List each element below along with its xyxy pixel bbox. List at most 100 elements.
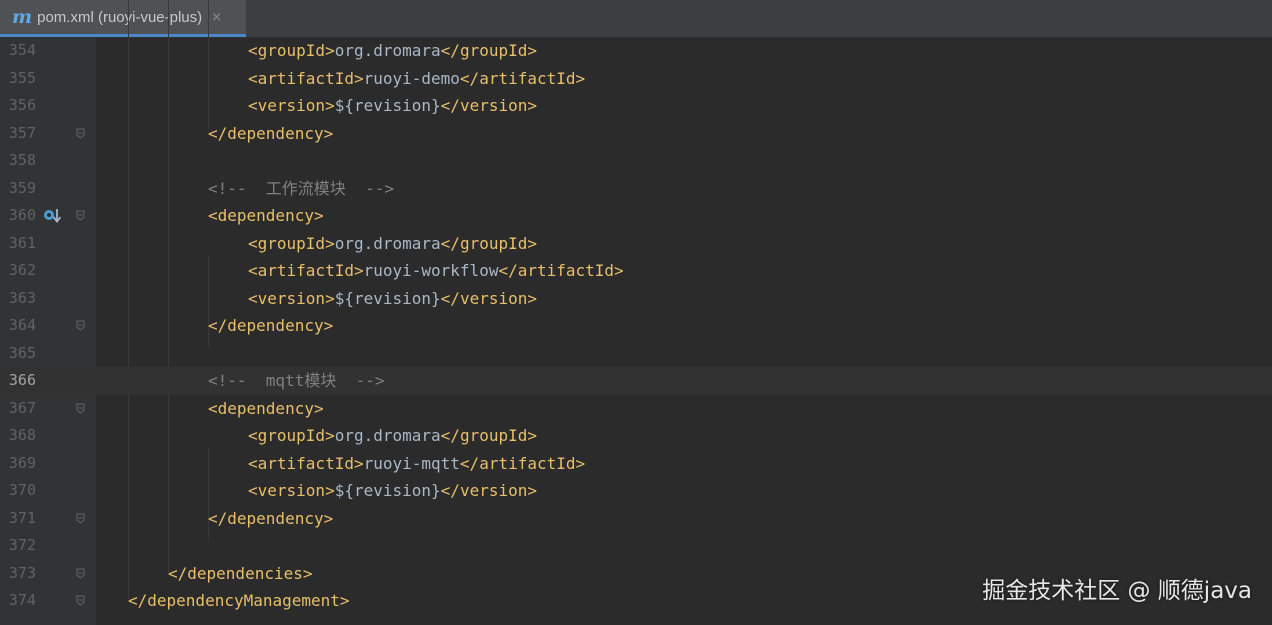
code-line[interactable]: 369 <artifactId>ruoyi-mqtt</artifactId> xyxy=(0,450,1272,478)
code-line[interactable]: 371 </dependency> xyxy=(0,505,1272,533)
tab-pom-xml[interactable]: m pom.xml (ruoyi-vue-plus) × xyxy=(0,0,246,37)
line-number: 371 xyxy=(8,508,36,527)
code-line[interactable]: 365 xyxy=(0,340,1272,368)
code-text: </dependencies> xyxy=(168,560,313,588)
code-line[interactable]: 370 <version>${revision}</version> xyxy=(0,477,1272,505)
code-line[interactable]: 355 <artifactId>ruoyi-demo</artifactId> xyxy=(0,65,1272,93)
xml-text: ${revision} xyxy=(334,96,441,115)
line-number: 374 xyxy=(8,591,36,609)
line-number: 356 xyxy=(8,96,36,114)
xml-tag: </dependency> xyxy=(208,123,334,143)
xml-tag: </artifactId> xyxy=(459,68,586,88)
fold-marker-icon[interactable] xyxy=(76,403,85,414)
xml-tag: </dependencies> xyxy=(168,563,313,583)
xml-tag: </artifactId> xyxy=(498,261,624,280)
xml-tag: <version> xyxy=(248,288,335,308)
xml-tag: <dependency> xyxy=(208,206,324,225)
xml-tag: </groupId> xyxy=(440,426,537,445)
line-number: 363 xyxy=(8,288,36,307)
xml-tag: <version> xyxy=(248,481,335,500)
line-number: 365 xyxy=(8,343,36,362)
code-line[interactable]: 372 xyxy=(0,532,1272,560)
code-text: <artifactId>ruoyi-workflow</artifactId> xyxy=(248,257,624,285)
code-line[interactable]: 364 </dependency> xyxy=(0,312,1272,340)
xml-tag: </version> xyxy=(440,481,537,500)
line-number: 359 xyxy=(8,178,36,197)
line-number: 372 xyxy=(8,536,36,554)
xml-text: ${revision} xyxy=(334,288,441,308)
maven-m-icon: m xyxy=(12,5,33,28)
tab-label: pom.xml (ruoyi-vue-plus) xyxy=(37,8,203,26)
xml-tag: </dependency> xyxy=(208,316,334,335)
fold-marker-icon[interactable] xyxy=(76,210,85,221)
xml-tag: <artifactId> xyxy=(248,68,364,88)
code-text: <!-- mqtt模块 --> xyxy=(208,367,385,395)
code-line[interactable]: 357 </dependency> xyxy=(0,120,1272,148)
code-line[interactable]: 367 <dependency> xyxy=(0,395,1272,423)
line-number: 355 xyxy=(8,68,36,87)
xml-tag: <artifactId> xyxy=(248,261,364,280)
fold-marker-icon[interactable] xyxy=(76,568,85,579)
line-number: 354 xyxy=(8,41,36,59)
xml-tag: </version> xyxy=(440,288,537,308)
fold-marker-icon[interactable] xyxy=(76,595,85,606)
code-text: <groupId>org.dromara</groupId> xyxy=(248,230,537,258)
editor-tab-bar: m pom.xml (ruoyi-vue-plus) × xyxy=(0,0,1272,38)
line-number: 361 xyxy=(8,233,36,252)
code-text: <dependency> xyxy=(208,395,324,423)
line-number: 360 xyxy=(8,206,36,224)
code-line[interactable]: 356 <version>${revision}</version> xyxy=(0,92,1272,120)
line-number: 358 xyxy=(8,151,36,169)
xml-tag: </dependencyManagement> xyxy=(128,591,350,610)
code-text: </dependency> xyxy=(208,120,333,148)
xml-tag: <groupId> xyxy=(248,41,335,60)
code-text: <version>${revision}</version> xyxy=(248,92,537,120)
code-text: <artifactId>ruoyi-demo</artifactId> xyxy=(248,65,585,93)
code-line[interactable]: 354 <groupId>org.dromara</groupId> xyxy=(0,37,1272,65)
line-number: 362 xyxy=(8,261,36,279)
code-line[interactable]: 361 <groupId>org.dromara</groupId> xyxy=(0,230,1272,258)
close-icon[interactable]: × xyxy=(211,10,222,25)
xml-tag: <groupId> xyxy=(248,426,335,445)
code-line[interactable]: 362 <artifactId>ruoyi-workflow</artifactI… xyxy=(0,257,1272,285)
line-number: 366 xyxy=(8,371,36,389)
code-line[interactable]: 360 <dependency> xyxy=(0,202,1272,230)
xml-text: ruoyi-mqtt xyxy=(363,453,460,473)
code-text: <groupId>org.dromara</groupId> xyxy=(248,37,537,65)
code-text: </dependency> xyxy=(208,505,333,533)
code-line[interactable]: 358 xyxy=(0,147,1272,175)
code-text: <artifactId>ruoyi-mqtt</artifactId> xyxy=(248,450,585,478)
code-line[interactable]: 366 <!-- mqtt模块 --> xyxy=(0,367,1272,395)
xml-text: org.dromara xyxy=(334,233,441,253)
code-text: </dependency> xyxy=(208,312,333,340)
ide-window: m pom.xml (ruoyi-vue-plus) × 354 <groupId… xyxy=(0,0,1272,625)
xml-comment: <!-- 工作流模块 --> xyxy=(208,178,394,198)
maven-module-icon[interactable] xyxy=(43,207,63,225)
xml-comment: <!-- mqtt模块 --> xyxy=(208,371,385,390)
code-text: </dependencyManagement> xyxy=(128,587,350,615)
line-number: 364 xyxy=(8,316,36,334)
fold-marker-icon[interactable] xyxy=(76,128,85,139)
code-editor[interactable]: 354 <groupId>org.dromara</groupId> 355 <art… xyxy=(0,0,1272,625)
code-line[interactable]: 359 <!-- 工作流模块 --> xyxy=(0,175,1272,203)
xml-tag: <dependency> xyxy=(208,398,324,418)
code-line[interactable]: 363 <version>${revision}</version> xyxy=(0,285,1272,313)
xml-tag: </version> xyxy=(440,96,537,115)
fold-marker-icon[interactable] xyxy=(76,513,85,524)
code-text: <groupId>org.dromara</groupId> xyxy=(248,422,537,450)
line-number: 368 xyxy=(8,426,36,444)
code-text: <!-- 工作流模块 --> xyxy=(208,175,394,203)
xml-text: ruoyi-demo xyxy=(363,68,460,88)
xml-tag: <groupId> xyxy=(248,233,335,253)
line-number: 357 xyxy=(8,123,36,142)
xml-tag: </dependency> xyxy=(208,508,334,528)
xml-tag: <artifactId> xyxy=(248,453,364,473)
fold-marker-icon[interactable] xyxy=(76,320,85,331)
xml-text: org.dromara xyxy=(334,426,441,445)
line-number: 373 xyxy=(8,563,36,582)
xml-tag: </artifactId> xyxy=(459,453,586,473)
code-text: <version>${revision}</version> xyxy=(248,285,537,313)
code-line[interactable]: 368 <groupId>org.dromara</groupId> xyxy=(0,422,1272,450)
code-text: <version>${revision}</version> xyxy=(248,477,537,505)
xml-tag: </groupId> xyxy=(440,233,537,253)
